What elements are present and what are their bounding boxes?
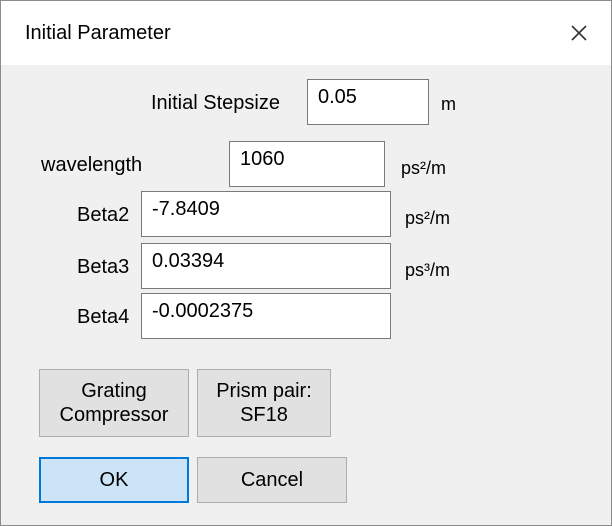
close-button[interactable]	[547, 1, 611, 65]
stepsize-unit: m	[441, 94, 456, 114]
beta3-unit: ps³/m	[405, 260, 450, 280]
prism-pair-label-line1: Prism pair:	[216, 380, 312, 402]
beta3-input[interactable]: 0.03394	[141, 243, 391, 289]
close-icon	[571, 25, 587, 41]
prism-pair-label-line2: SF18	[240, 404, 288, 426]
grating-compressor-label-line1: Grating	[81, 380, 147, 402]
title-bar: Initial Parameter	[1, 1, 611, 65]
wavelength-unit: ps²/m	[401, 158, 446, 178]
grating-compressor-button[interactable]: Grating Compressor	[39, 369, 189, 437]
beta4-label: Beta4	[77, 306, 130, 328]
cancel-button[interactable]: Cancel	[197, 457, 347, 503]
initial-parameter-dialog: Initial Parameter Initial Stepsize 0.05 …	[0, 0, 612, 526]
dialog-title: Initial Parameter	[25, 22, 171, 44]
stepsize-input[interactable]: 0.05	[307, 79, 429, 125]
grating-compressor-label-line2: Compressor	[59, 404, 169, 426]
beta2-label: Beta2	[77, 204, 130, 226]
beta4-input[interactable]: -0.0002375	[141, 293, 391, 339]
beta3-label: Beta3	[77, 256, 130, 278]
beta2-input[interactable]: -7.8409	[141, 191, 391, 237]
beta2-unit: ps²/m	[405, 208, 450, 228]
wavelength-input[interactable]: 1060	[229, 141, 385, 187]
stepsize-label: Initial Stepsize	[151, 92, 280, 114]
wavelength-label: wavelength	[41, 154, 143, 176]
ok-button[interactable]: OK	[39, 457, 189, 503]
prism-pair-button[interactable]: Prism pair: SF18	[197, 369, 331, 437]
